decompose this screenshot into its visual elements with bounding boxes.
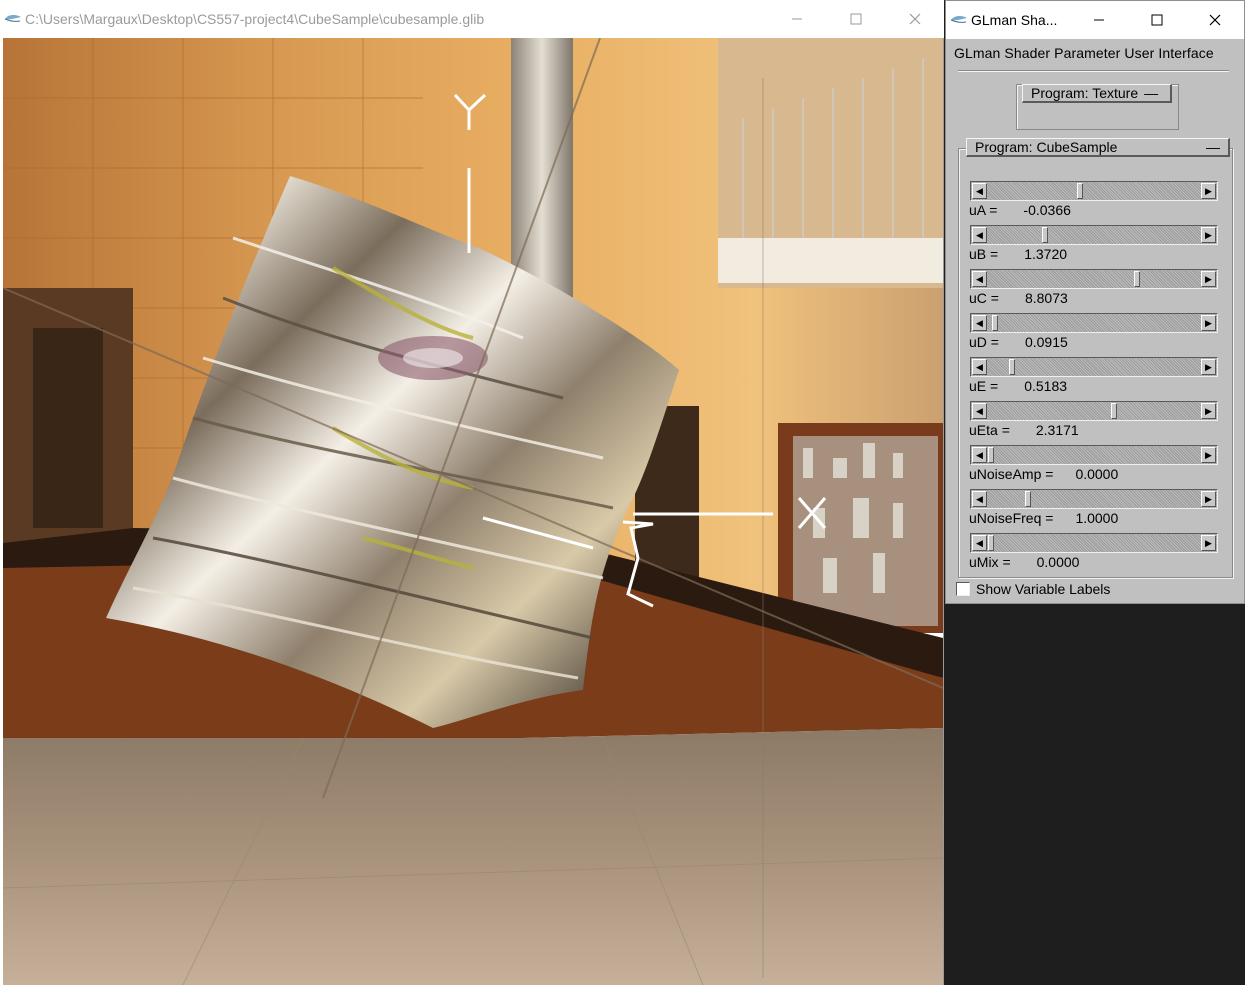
program-texture-listbox[interactable]: Program: Texture —	[1022, 84, 1172, 103]
render-viewport[interactable]: Y X Z	[3, 38, 943, 985]
program-texture-label: Program: Texture	[1031, 85, 1139, 101]
slider-left-arrow-icon[interactable]: ◀	[972, 359, 987, 375]
slider-right-arrow-icon[interactable]: ▶	[1201, 403, 1216, 419]
viewer-titlebar[interactable]: C:\Users\Margaux\Desktop\CS557-project4\…	[0, 0, 944, 38]
show-variable-labels-row[interactable]: Show Variable Labels	[956, 581, 1110, 597]
slider-1[interactable]: ◀ ▶	[970, 225, 1218, 245]
slider-right-arrow-icon[interactable]: ▶	[1201, 535, 1216, 551]
rendered-scene: Y X Z	[3, 38, 943, 985]
slider-variable-name: uD =	[969, 334, 999, 350]
shader-ui-title: GLman Shader Parameter User Interface	[954, 45, 1214, 61]
glman-close-button[interactable]	[1186, 1, 1244, 39]
slider-thumb[interactable]	[988, 447, 994, 463]
slider-variable-name: uE =	[969, 378, 999, 394]
slider-variable-name: uB =	[969, 246, 999, 262]
show-variable-labels-checkbox[interactable]	[956, 582, 970, 596]
slider-2[interactable]: ◀ ▶	[970, 269, 1218, 289]
program-cubesample-listbox[interactable]: Program: CubeSample —	[966, 138, 1230, 157]
slider-thumb[interactable]	[988, 535, 994, 551]
slider-label: uNoiseFreq = 1.0000	[969, 510, 1118, 526]
slider-label: uEta = 2.3171	[969, 422, 1079, 438]
listbox-dash-icon: —	[1144, 85, 1159, 101]
show-variable-labels-label: Show Variable Labels	[976, 581, 1111, 597]
glman-app-icon	[4, 14, 21, 22]
slider-right-arrow-icon[interactable]: ▶	[1201, 271, 1216, 287]
slider-left-arrow-icon[interactable]: ◀	[972, 183, 987, 199]
viewer-window-title: C:\Users\Margaux\Desktop\CS557-project4\…	[25, 11, 485, 27]
slider-label: uNoiseAmp = 0.0000	[969, 466, 1118, 482]
slider-thumb[interactable]	[992, 315, 998, 331]
glman-window-title: GLman Sha...	[971, 12, 1058, 28]
slider-7[interactable]: ◀ ▶	[970, 489, 1218, 509]
slider-left-arrow-icon[interactable]: ◀	[972, 227, 987, 243]
slider-right-arrow-icon[interactable]: ▶	[1201, 315, 1216, 331]
minimize-icon	[1094, 19, 1104, 21]
slider-8[interactable]: ◀ ▶	[970, 533, 1218, 553]
slider-value: -0.0366	[1023, 202, 1071, 218]
slider-left-arrow-icon[interactable]: ◀	[972, 403, 987, 419]
slider-right-arrow-icon[interactable]: ▶	[1201, 491, 1216, 507]
viewer-window: C:\Users\Margaux\Desktop\CS557-project4\…	[0, 0, 944, 985]
slider-left-arrow-icon[interactable]: ◀	[972, 535, 987, 551]
slider-variable-name: uNoiseAmp =	[969, 466, 1054, 482]
slider-variable-name: uA =	[969, 202, 998, 218]
slider-left-arrow-icon[interactable]: ◀	[972, 491, 987, 507]
slider-label: uE = 0.5183	[969, 378, 1067, 394]
slider-right-arrow-icon[interactable]: ▶	[1201, 227, 1216, 243]
slider-thumb[interactable]	[1077, 183, 1083, 199]
slider-thumb[interactable]	[1025, 491, 1031, 507]
listbox-dash-icon: —	[1206, 139, 1220, 155]
glman-minimize-button[interactable]	[1070, 1, 1128, 39]
slider-right-arrow-icon[interactable]: ▶	[1201, 183, 1216, 199]
close-button[interactable]	[885, 0, 944, 38]
minimize-button[interactable]	[767, 0, 826, 38]
slider-value: 0.5183	[1024, 378, 1068, 394]
slider-label: uD = 0.0915	[969, 334, 1068, 350]
slider-value: 2.3171	[1035, 422, 1079, 438]
slider-label: uMix = 0.0000	[969, 554, 1079, 570]
slider-thumb[interactable]	[1009, 359, 1015, 375]
slider-label: uC = 8.8073	[969, 290, 1068, 306]
slider-0[interactable]: ◀ ▶	[970, 181, 1218, 201]
slider-3[interactable]: ◀ ▶	[970, 313, 1218, 333]
slider-5[interactable]: ◀ ▶	[970, 401, 1218, 421]
slider-left-arrow-icon[interactable]: ◀	[972, 271, 987, 287]
slider-variable-name: uC =	[969, 290, 999, 306]
slider-value: 0.0915	[1024, 334, 1068, 350]
maximize-icon	[1151, 14, 1163, 26]
slider-value: 1.3720	[1024, 246, 1068, 262]
slider-value: 8.8073	[1024, 290, 1068, 306]
slider-4[interactable]: ◀ ▶	[970, 357, 1218, 377]
title-divider	[958, 70, 1229, 72]
slider-value: 0.0000	[1075, 466, 1119, 482]
slider-thumb[interactable]	[1042, 227, 1048, 243]
maximize-icon	[850, 13, 861, 25]
slider-variable-name: uMix =	[969, 554, 1011, 570]
slider-left-arrow-icon[interactable]: ◀	[972, 315, 987, 331]
close-icon	[909, 13, 920, 25]
minimize-icon	[791, 18, 802, 20]
slider-right-arrow-icon[interactable]: ▶	[1201, 447, 1216, 463]
glman-titlebar[interactable]: GLman Sha...	[946, 1, 1244, 39]
slider-label: uB = 1.3720	[969, 246, 1067, 262]
slider-thumb[interactable]	[1111, 403, 1117, 419]
slider-value: 0.0000	[1036, 554, 1080, 570]
slider-thumb[interactable]	[1134, 271, 1140, 287]
glman-shader-window: GLman Sha... GLman Shader Parameter User…	[945, 0, 1245, 604]
slider-label: uA = -0.0366	[969, 202, 1071, 218]
slider-6[interactable]: ◀ ▶	[970, 445, 1218, 465]
program-cubesample-label: Program: CubeSample	[975, 139, 1118, 155]
slider-value: 1.0000	[1075, 510, 1119, 526]
slider-variable-name: uEta =	[969, 422, 1010, 438]
desktop-background	[945, 604, 1245, 985]
slider-left-arrow-icon[interactable]: ◀	[972, 447, 987, 463]
slider-right-arrow-icon[interactable]: ▶	[1201, 359, 1216, 375]
maximize-button[interactable]	[826, 0, 885, 38]
slider-variable-name: uNoiseFreq =	[969, 510, 1054, 526]
glman-app-icon	[950, 15, 967, 23]
glman-maximize-button[interactable]	[1128, 1, 1186, 39]
close-icon	[1209, 14, 1221, 26]
